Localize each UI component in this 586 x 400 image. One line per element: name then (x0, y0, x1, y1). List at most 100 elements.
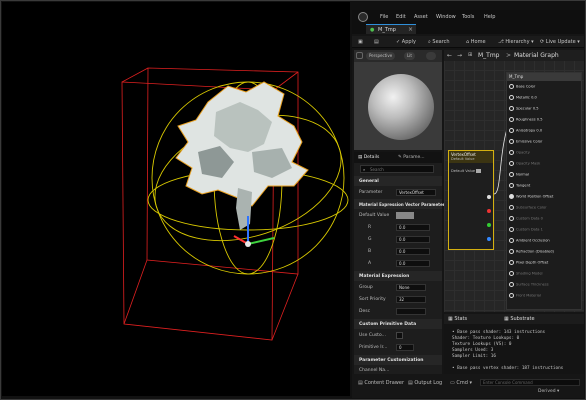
primitive-index-row: Primitive Ir... 0 (354, 342, 442, 353)
section-general-label: General (359, 179, 379, 184)
component-a-label: A (368, 261, 372, 266)
content-drawer-label: Content Drawer (364, 380, 404, 386)
pin-emissive[interactable]: Emissive Color (509, 139, 542, 144)
parameter-name-field[interactable]: VertexOffset (396, 189, 436, 196)
home-button[interactable]: ⌂ Home (466, 39, 486, 45)
console-input[interactable]: Enter Console Command (480, 379, 580, 386)
pin-specular[interactable]: Specular 0.5 (509, 106, 539, 111)
pin-opacity[interactable]: Opacity (509, 150, 530, 155)
asset-tab-bar: ● M_Tmp × (352, 24, 584, 34)
menu-window[interactable]: Window (436, 14, 456, 20)
sort-priority-label: Sort Priority (359, 297, 386, 302)
browse-icon[interactable]: ▤ (374, 39, 379, 45)
pin-custom-data-0[interactable]: Custom Data 0 (509, 216, 543, 221)
tab-stats-label: Stats (454, 316, 468, 322)
pin-custom-data-1[interactable]: Custom Data 1 (509, 227, 543, 232)
component-row-g: G 0.0 (354, 234, 442, 245)
use-custom-checkbox[interactable] (396, 332, 403, 339)
stat-line: Texture Lookups (VS): 0 (452, 342, 512, 347)
derived-data-button[interactable]: Derived ▾ (538, 389, 559, 394)
component-g-field[interactable]: 0.0 (396, 236, 430, 243)
tab-details-label: Details (363, 155, 380, 160)
lit-button[interactable]: Lit (404, 52, 415, 60)
group-dropdown[interactable]: None (396, 284, 426, 291)
pin-subsurface[interactable]: Subsurface Color (509, 205, 547, 210)
cmd-dropdown[interactable]: ▭ Cmd ▾ (450, 380, 472, 386)
pin-anisotropy-value[interactable]: 0.0 (536, 129, 542, 133)
save-icon[interactable]: ▣ (358, 39, 363, 45)
pin-pixel-depth-offset[interactable]: Pixel Depth Offset (509, 260, 548, 265)
section-param-customization[interactable]: Parameter Customization (354, 355, 442, 365)
pin-base-color[interactable]: Base Color (509, 84, 535, 89)
pin-shading-model[interactable]: Shading Model (509, 271, 543, 276)
default-value-row: Default Value (354, 210, 442, 221)
material-preview[interactable]: Perspective Lit (354, 50, 442, 150)
desc-label: Desc (359, 309, 371, 314)
status-bar: ▤ Content Drawer ▤ Output Log ▭ Cmd ▾ En… (352, 374, 584, 398)
menu-tools[interactable]: Tools (462, 14, 474, 20)
pin-roughness-value[interactable]: 0.5 (537, 118, 543, 122)
pin-metallic[interactable]: Metallic 0.0 (509, 95, 537, 100)
pin-surface-thickness-label: Surface Thickness (516, 282, 549, 287)
menu-help[interactable]: Help (484, 14, 495, 20)
menu-edit[interactable]: Edit (396, 14, 406, 20)
pin-roughness[interactable]: Roughness 0.5 (509, 117, 542, 122)
primitive-index-field[interactable]: 0 (396, 344, 414, 351)
pin-opacity-mask[interactable]: Opacity Mask (509, 161, 540, 166)
pin-front-material[interactable]: Front Material (509, 293, 541, 298)
menu-file[interactable]: File (380, 14, 388, 20)
section-general[interactable]: General (354, 176, 442, 186)
search-button[interactable]: ⌕ Search (428, 39, 450, 45)
stat-line: Shader: Texture Lookups: 0 (452, 336, 520, 341)
unreal-engine-logo (358, 12, 368, 22)
apply-button[interactable]: ✓ Apply (396, 39, 416, 45)
pin-ambient-occlusion[interactable]: Ambient Occlusion (509, 238, 550, 243)
stat-line: Sampler Limit: 16 (452, 354, 496, 359)
show-icon[interactable] (426, 52, 436, 60)
pin-metallic-value[interactable]: 0.0 (531, 96, 537, 100)
content-drawer-button[interactable]: ▤ Content Drawer (358, 380, 404, 386)
tab-substrate[interactable]: ▦ Substrate (504, 316, 535, 322)
pin-normal[interactable]: Normal (509, 172, 529, 177)
component-row-a: A 0.0 (354, 258, 442, 269)
section-custom-primitive[interactable]: Custom Primitive Data (354, 319, 442, 329)
desc-field[interactable] (396, 308, 426, 315)
details-search[interactable]: ⌕ Search (360, 165, 434, 173)
pin-tangent-label: Tangent (516, 183, 531, 188)
derived-data-label: Derived (538, 389, 556, 394)
material-result-node[interactable]: M_Tmp Base Color Metallic 0.0 Specular 0… (506, 72, 582, 310)
search-label: Search (432, 39, 450, 45)
close-icon[interactable]: × (408, 26, 413, 33)
menu-icon[interactable] (356, 52, 363, 59)
section-mevp[interactable]: Material Expression Vector Parameter (354, 199, 445, 209)
tab-stats[interactable]: ▦ Stats (448, 316, 467, 322)
pin-world-position-offset[interactable]: World Position Offset (509, 194, 553, 199)
section-material-expression[interactable]: Material Expression (354, 271, 442, 281)
pin-anisotropy[interactable]: Anisotropy 0.0 (509, 128, 542, 133)
tab-m-tmp[interactable]: ● M_Tmp × (366, 24, 416, 34)
component-a-field[interactable]: 0.0 (396, 260, 430, 267)
color-swatch[interactable] (396, 212, 414, 219)
toolbar: ▣ ▤ ✓ Apply ⌕ Search ⌂ Home ⎇ Hierarchy … (352, 36, 584, 48)
pin-tangent[interactable]: Tangent (509, 183, 530, 188)
sort-priority-field[interactable]: 32 (396, 296, 426, 303)
desc-row: Desc (354, 306, 442, 317)
component-b-field[interactable]: 0.0 (396, 248, 430, 255)
hierarchy-button[interactable]: ⎇ Hierarchy ▾ (498, 39, 534, 45)
pin-refraction[interactable]: Refraction (Disabled) (509, 249, 554, 254)
perspective-button[interactable]: Perspective (366, 52, 396, 60)
material-graph[interactable]: ← → ⊞ M_Tmp > Material Graph VertexOffse… (444, 50, 584, 312)
pin-custom-data-0-label: Custom Data 0 (516, 216, 543, 221)
viewport[interactable] (2, 2, 350, 396)
menu-asset[interactable]: Asset (414, 14, 428, 20)
parameter-row: Parameter VertexOffset (354, 187, 442, 198)
pin-surface-thickness[interactable]: Surface Thickness (509, 282, 549, 287)
pin-opacity-mask-label: Opacity Mask (516, 161, 541, 166)
pin-specular-value[interactable]: 0.5 (533, 107, 539, 111)
component-r-field[interactable]: 0.0 (396, 224, 430, 231)
output-log-button[interactable]: ▤ Output Log (408, 380, 442, 386)
tab-details[interactable]: ▤ Details (358, 155, 379, 160)
preview-sphere (368, 74, 434, 140)
live-update-button[interactable]: ⟳ Live Update ▾ (540, 39, 580, 45)
tab-parameters[interactable]: ✎ Parame... (398, 155, 425, 160)
